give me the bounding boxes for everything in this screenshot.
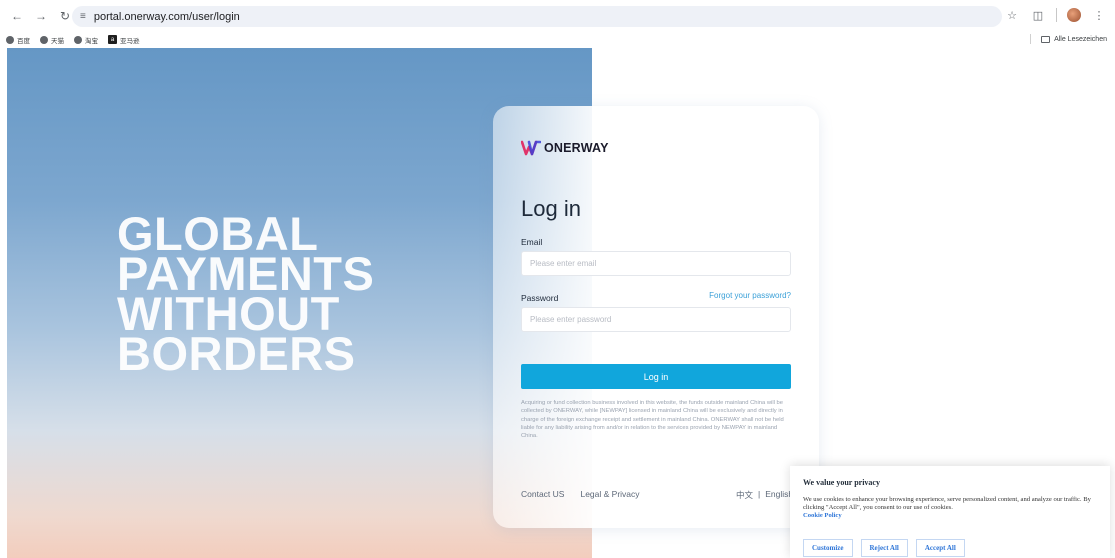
bookmark-item[interactable]: 百度 — [6, 35, 30, 45]
page-title: Log in — [521, 196, 581, 221]
toolbar-divider — [1056, 8, 1057, 22]
bookmarks-bar: 百度 天猫 淘宝 a 亚马逊 Alle Lesezeichen — [0, 32, 1115, 47]
back-arrow-icon[interactable]: ← — [8, 7, 26, 25]
all-bookmarks[interactable]: Alle Lesezeichen — [1030, 34, 1107, 44]
bookmark-label: 百度 — [17, 37, 30, 45]
address-bar[interactable]: ≡ portal.onerway.com/user/login — [72, 6, 1002, 27]
legal-privacy-link[interactable]: Legal & Privacy — [580, 489, 639, 499]
browser-toolbar: ← → ↻ ≡ portal.onerway.com/user/login ☆ … — [0, 0, 1115, 32]
lang-en-link[interactable]: English — [765, 489, 793, 501]
login-card: ONERWAY Log in Email Password Forgot you… — [493, 106, 819, 528]
browser-right-tools: ☆ ◫ ⋮ — [1004, 7, 1107, 23]
bookmark-label: 淘宝 — [85, 37, 98, 45]
forgot-password-link[interactable]: Forgot your password? — [709, 291, 791, 300]
lang-zh-link[interactable]: 中文 — [736, 489, 753, 501]
globe-icon — [6, 35, 14, 44]
cookie-banner: We value your privacy We use cookies to … — [790, 466, 1110, 558]
amazon-icon: a — [108, 35, 117, 44]
all-bookmarks-label: Alle Lesezeichen — [1054, 35, 1107, 43]
lang-separator: | — [758, 489, 761, 499]
password-field-wrapper — [521, 307, 791, 332]
cookie-text: We use cookies to enhance your browsing … — [803, 496, 1091, 511]
bookmark-label: 天猫 — [51, 37, 64, 45]
hero-line: BORDERS — [117, 327, 356, 380]
cookie-policy-link[interactable]: Cookie Policy — [803, 512, 1098, 519]
star-bookmark-icon[interactable]: ☆ — [1004, 7, 1020, 23]
cookie-buttons: Customize Reject All Accept All — [803, 539, 965, 557]
more-menu-icon[interactable]: ⋮ — [1091, 7, 1107, 23]
disclaimer-text: Acquiring or fund collection business in… — [521, 400, 784, 440]
folder-icon — [1041, 35, 1051, 43]
email-field-wrapper — [521, 251, 791, 276]
onerway-logo-icon — [521, 140, 541, 156]
globe-icon — [40, 35, 48, 44]
language-switcher: 中文 | English — [736, 489, 793, 501]
accept-all-button[interactable]: Accept All — [915, 539, 965, 557]
reject-all-button[interactable]: Reject All — [860, 539, 908, 557]
extensions-puzzle-icon[interactable]: ◫ — [1030, 7, 1046, 23]
cookie-title: We value your privacy — [803, 478, 880, 487]
bookmarks-divider — [1030, 34, 1032, 44]
bookmark-label: 亚马逊 — [120, 37, 140, 45]
bookmark-item[interactable]: a 亚马逊 — [108, 35, 140, 45]
hero-title: GLOBAL PAYMENTS WITHOUT BORDERS — [117, 210, 457, 380]
login-button[interactable]: Log in — [521, 364, 791, 389]
site-settings-icon[interactable]: ≡ — [80, 11, 86, 22]
contact-us-link[interactable]: Contact US — [521, 489, 564, 499]
customize-button[interactable]: Customize — [803, 539, 853, 557]
bookmark-item[interactable]: 天猫 — [40, 35, 64, 45]
nav-buttons: ← → ↻ — [8, 7, 74, 25]
email-field[interactable] — [530, 259, 790, 268]
forward-arrow-icon[interactable]: → — [32, 7, 50, 25]
profile-avatar[interactable] — [1067, 8, 1081, 22]
logo-text: ONERWAY — [544, 141, 609, 155]
password-label: Password — [521, 293, 559, 303]
address-url[interactable]: portal.onerway.com/user/login — [94, 11, 240, 23]
email-label: Email — [521, 237, 543, 247]
password-field[interactable] — [530, 315, 790, 324]
bookmark-item[interactable]: 淘宝 — [74, 35, 98, 45]
brand-logo: ONERWAY — [521, 140, 609, 156]
globe-icon — [74, 35, 82, 44]
